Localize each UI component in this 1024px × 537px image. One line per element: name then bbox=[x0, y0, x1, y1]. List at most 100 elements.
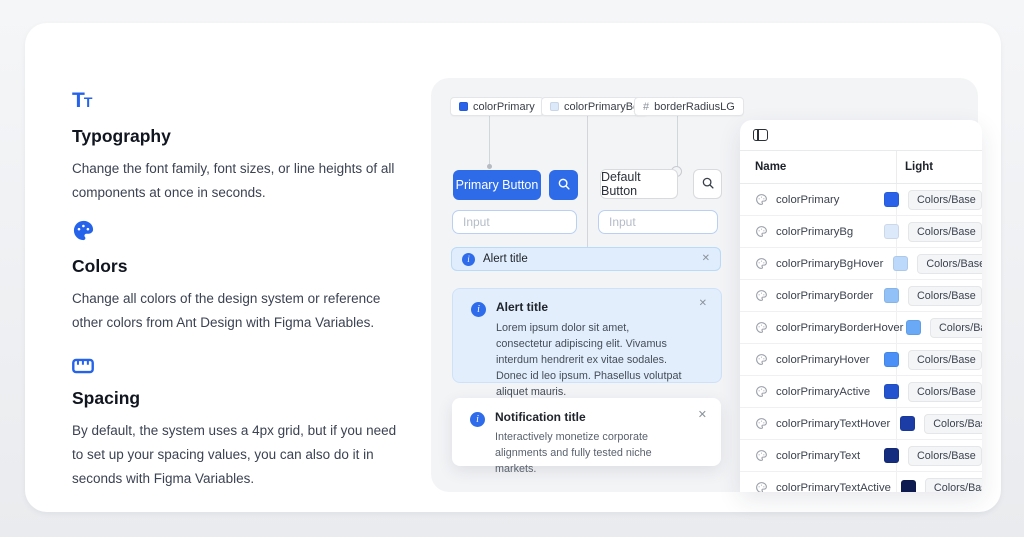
feature-title-colors: Colors bbox=[72, 256, 398, 277]
page-background: , . , TT Typography Change the font fami… bbox=[0, 0, 1024, 537]
tag-color-primary-bg[interactable]: colorPrimaryBg bbox=[541, 97, 648, 116]
alert-banner: i Alert title ✕ bbox=[451, 247, 721, 271]
palette-variable-icon bbox=[755, 321, 768, 334]
table-header: Name Light bbox=[740, 151, 982, 184]
variable-name-cell: colorPrimaryTextActive bbox=[740, 481, 891, 492]
connector-border-radius bbox=[677, 116, 678, 167]
close-icon[interactable]: ✕ bbox=[702, 254, 710, 264]
alert-body: Lorem ipsum dolor sit amet, consectetur … bbox=[496, 320, 684, 400]
connector-color-primary bbox=[489, 116, 490, 167]
connector-dot bbox=[487, 164, 492, 169]
table-row[interactable]: colorPrimaryBg Colors/Base bbox=[740, 216, 982, 248]
column-header-light: Light bbox=[896, 161, 933, 173]
ruler-icon bbox=[72, 350, 398, 374]
variable-name-cell: colorPrimaryBgHover bbox=[740, 257, 883, 270]
column-divider bbox=[896, 151, 897, 183]
tag-label: colorPrimary bbox=[473, 101, 535, 113]
variable-name: colorPrimaryActive bbox=[776, 386, 870, 398]
table-row[interactable]: colorPrimaryTextActive Colors/Base bbox=[740, 472, 982, 492]
row-value-pill: Colors/Base bbox=[908, 350, 982, 370]
feature-spacing: Spacing By default, the system uses a 4p… bbox=[72, 350, 398, 491]
info-icon: i bbox=[471, 302, 486, 317]
variable-name: colorPrimaryTextActive bbox=[776, 482, 891, 493]
variable-name: colorPrimaryHover bbox=[776, 354, 870, 366]
palette-variable-icon bbox=[755, 225, 768, 238]
color-swatch bbox=[884, 384, 899, 399]
table-row[interactable]: colorPrimaryActive Colors/Base bbox=[740, 376, 982, 408]
color-swatch bbox=[884, 192, 899, 207]
default-search-button[interactable] bbox=[693, 169, 722, 199]
palette-variable-icon bbox=[755, 289, 768, 302]
notification-title: Notification title bbox=[495, 410, 695, 424]
row-value-pill: Colors/Base bbox=[908, 446, 982, 466]
typography-icon: TT bbox=[72, 88, 398, 112]
info-icon: i bbox=[462, 253, 475, 266]
sidebar-layout-icon[interactable] bbox=[753, 129, 768, 141]
variable-name: colorPrimaryTextHover bbox=[776, 418, 890, 430]
variable-name-cell: colorPrimary bbox=[740, 193, 874, 206]
table-row[interactable]: colorPrimary Colors/Base bbox=[740, 184, 982, 216]
row-value-pill: Colors/Base bbox=[930, 318, 982, 338]
search-icon bbox=[701, 176, 715, 193]
close-icon[interactable]: ✕ bbox=[699, 299, 707, 309]
row-value-pill: Colors/Base bbox=[925, 478, 982, 493]
primary-search-button[interactable] bbox=[549, 170, 578, 200]
variable-name: colorPrimaryBg bbox=[776, 226, 853, 238]
table-rows: colorPrimary Colors/Base colorPrimaryBg … bbox=[740, 184, 982, 492]
palette-variable-icon bbox=[755, 257, 768, 270]
color-swatch bbox=[884, 352, 899, 367]
column-header-name: Name bbox=[740, 161, 896, 173]
color-swatch bbox=[884, 224, 899, 239]
tag-label: borderRadiusLG bbox=[654, 101, 735, 113]
cropped-text-fragment: , . , bbox=[68, 39, 102, 47]
tag-color-primary[interactable]: colorPrimary bbox=[450, 97, 544, 116]
variable-name-cell: colorPrimaryTextHover bbox=[740, 417, 890, 430]
row-value-pill: Colors/Base bbox=[924, 414, 982, 434]
palette-variable-icon bbox=[755, 417, 768, 430]
feature-desc-typography: Change the font family, font sizes, or l… bbox=[72, 157, 398, 205]
text-input[interactable]: Input bbox=[598, 210, 718, 234]
color-swatch bbox=[900, 416, 915, 431]
variable-name-cell: colorPrimaryBg bbox=[740, 225, 874, 238]
variable-name: colorPrimaryBgHover bbox=[776, 258, 883, 270]
feature-desc-colors: Change all colors of the design system o… bbox=[72, 287, 398, 335]
table-row[interactable]: colorPrimaryTextHover Colors/Base bbox=[740, 408, 982, 440]
table-row[interactable]: colorPrimaryBgHover Colors/Base bbox=[740, 248, 982, 280]
text-input[interactable]: Input bbox=[452, 210, 577, 234]
variable-name-cell: colorPrimaryHover bbox=[740, 353, 874, 366]
palette-icon bbox=[72, 218, 398, 242]
table-row[interactable]: colorPrimaryBorder Colors/Base bbox=[740, 280, 982, 312]
notification-card: i Notification title Interactively monet… bbox=[452, 398, 721, 466]
feature-colors: Colors Change all colors of the design s… bbox=[72, 218, 398, 335]
row-value-pill: Colors/Base bbox=[917, 254, 982, 274]
alert-title: Alert title bbox=[496, 300, 684, 314]
tag-border-radius-lg[interactable]: # borderRadiusLG bbox=[634, 97, 744, 116]
variable-name: colorPrimaryBorder bbox=[776, 290, 873, 302]
color-swatch bbox=[893, 256, 908, 271]
table-row[interactable]: colorPrimaryHover Colors/Base bbox=[740, 344, 982, 376]
close-icon[interactable]: ✕ bbox=[698, 410, 707, 421]
row-value-pill: Colors/Base bbox=[908, 190, 982, 210]
row-value-pill: Colors/Base bbox=[908, 222, 982, 242]
variable-name: colorPrimaryBorderHover bbox=[776, 322, 903, 334]
tag-swatch bbox=[459, 102, 468, 111]
palette-variable-icon bbox=[755, 481, 768, 492]
row-value-pill: Colors/Base bbox=[908, 286, 982, 306]
variable-name-cell: colorPrimaryText bbox=[740, 449, 874, 462]
hash-icon: # bbox=[643, 101, 649, 113]
primary-button[interactable]: Primary Button bbox=[453, 170, 541, 200]
variable-name-cell: colorPrimaryActive bbox=[740, 385, 874, 398]
tag-label: colorPrimaryBg bbox=[564, 101, 639, 113]
feature-desc-spacing: By default, the system uses a 4px grid, … bbox=[72, 419, 398, 491]
color-swatch bbox=[884, 288, 899, 303]
color-swatch bbox=[884, 448, 899, 463]
variable-name: colorPrimaryText bbox=[776, 450, 860, 462]
palette-variable-icon bbox=[755, 385, 768, 398]
default-button[interactable]: Default Button bbox=[600, 169, 678, 199]
table-row[interactable]: colorPrimaryText Colors/Base bbox=[740, 440, 982, 472]
palette-variable-icon bbox=[755, 449, 768, 462]
palette-variable-icon bbox=[755, 353, 768, 366]
notification-body: Interactively monetize corporate alignme… bbox=[495, 429, 695, 477]
color-swatch bbox=[901, 480, 916, 492]
table-row[interactable]: colorPrimaryBorderHover Colors/Base bbox=[740, 312, 982, 344]
